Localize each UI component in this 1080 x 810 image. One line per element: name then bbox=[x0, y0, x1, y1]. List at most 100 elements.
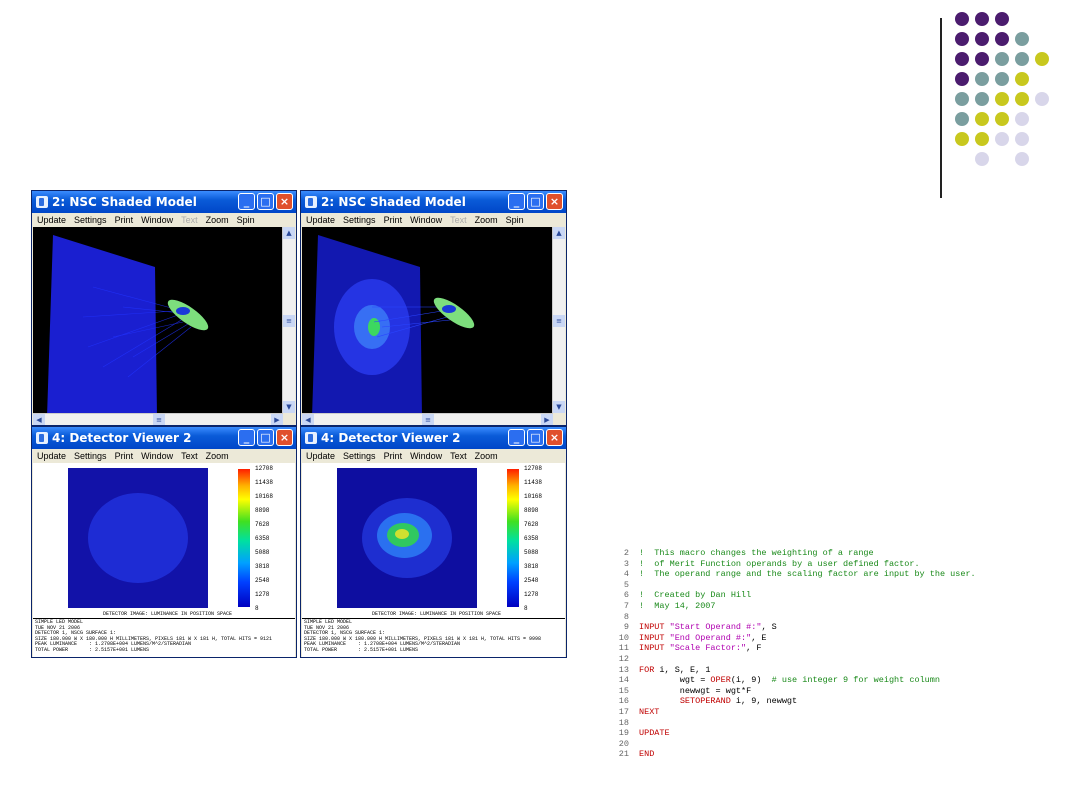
code-line: 3 ! of Merit Function operands by a user … bbox=[615, 559, 1055, 570]
menu-item-zoom[interactable]: Zoom bbox=[206, 449, 229, 463]
menu-item-update[interactable]: Update bbox=[37, 213, 66, 227]
scroll-down-icon[interactable]: ▼ bbox=[553, 401, 565, 413]
decorative-dot bbox=[975, 152, 989, 166]
color-scale-label: 3818 bbox=[255, 563, 270, 570]
menu-item-update[interactable]: Update bbox=[306, 213, 335, 227]
scroll-up-icon[interactable]: ▲ bbox=[553, 227, 565, 239]
menu-item-print[interactable]: Print bbox=[115, 213, 134, 227]
code-line: 14 wgt = OPER(i, 9) # use integer 9 for … bbox=[615, 675, 1055, 686]
maximize-icon[interactable]: □ bbox=[257, 193, 274, 210]
maximize-icon[interactable]: □ bbox=[527, 193, 544, 210]
color-scale-label: 1278 bbox=[524, 591, 539, 598]
menu-item-text[interactable]: Text bbox=[181, 449, 198, 463]
title-bar[interactable]: 2: NSC Shaded Model _ □ × bbox=[32, 191, 296, 213]
title-bar[interactable]: 2: NSC Shaded Model _ □ × bbox=[301, 191, 566, 213]
menu-item-spin[interactable]: Spin bbox=[506, 213, 524, 227]
menu-item-text[interactable]: Text bbox=[450, 449, 467, 463]
app-icon bbox=[305, 196, 317, 208]
horizontal-scrollbar[interactable]: ◀ ≡ ▶ bbox=[302, 413, 553, 425]
menu-item-print[interactable]: Print bbox=[384, 449, 403, 463]
menu-item-zoom[interactable]: Zoom bbox=[475, 213, 498, 227]
decorative-dot bbox=[975, 132, 989, 146]
minimize-icon[interactable]: _ bbox=[508, 193, 525, 210]
scroll-right-icon[interactable]: ▶ bbox=[541, 414, 553, 425]
line-number: 10 bbox=[618, 632, 629, 643]
decorative-dot bbox=[955, 112, 969, 126]
code-token: ! Created by Dan Hill bbox=[639, 590, 752, 601]
menu-item-settings[interactable]: Settings bbox=[343, 213, 376, 227]
code-line: 18 bbox=[615, 718, 1055, 729]
line-number: 13 bbox=[618, 664, 629, 675]
line-number: 20 bbox=[618, 738, 629, 749]
menu-item-zoom[interactable]: Zoom bbox=[206, 213, 229, 227]
menu-item-zoom[interactable]: Zoom bbox=[475, 449, 498, 463]
maximize-icon[interactable]: □ bbox=[257, 429, 274, 446]
menu-bar: Update Settings Print Window Text Zoom bbox=[301, 449, 566, 463]
code-line: 9 INPUT "Start Operand #:", S bbox=[615, 622, 1055, 633]
menu-item-window[interactable]: Window bbox=[410, 213, 442, 227]
shaded-model-window-2[interactable]: 2: NSC Shaded Model _ □ × Update Settings… bbox=[300, 190, 567, 426]
decorative-dot bbox=[955, 72, 969, 86]
scroll-left-icon[interactable]: ◀ bbox=[302, 414, 314, 425]
title-bar[interactable]: 4: Detector Viewer 2 _ □ × bbox=[301, 427, 566, 449]
vertical-scrollbar[interactable]: ▲ ≡ ▼ bbox=[282, 227, 295, 413]
color-scale-label: 11438 bbox=[255, 479, 274, 486]
close-icon[interactable]: × bbox=[546, 429, 563, 446]
menu-item-print[interactable]: Print bbox=[384, 213, 403, 227]
vertical-scrollbar[interactable]: ▲ ≡ ▼ bbox=[552, 227, 565, 413]
code-line: 5 bbox=[615, 580, 1055, 591]
menu-item-spin[interactable]: Spin bbox=[237, 213, 255, 227]
scroll-thumb[interactable]: ≡ bbox=[422, 414, 434, 425]
line-number: 17 bbox=[618, 706, 629, 717]
minimize-icon[interactable]: _ bbox=[508, 429, 525, 446]
menu-item-settings[interactable]: Settings bbox=[343, 449, 376, 463]
scroll-thumb[interactable]: ≡ bbox=[553, 315, 565, 327]
menu-item-window[interactable]: Window bbox=[410, 449, 442, 463]
horizontal-scrollbar[interactable]: ◀ ≡ ▶ bbox=[33, 413, 283, 425]
line-number: 6 bbox=[623, 590, 629, 601]
decorative-dot bbox=[955, 132, 969, 146]
scroll-right-icon[interactable]: ▶ bbox=[271, 414, 283, 425]
scroll-up-icon[interactable]: ▲ bbox=[283, 227, 295, 239]
decorative-dot bbox=[975, 72, 989, 86]
close-icon[interactable]: × bbox=[276, 193, 293, 210]
color-scale-label: 5088 bbox=[255, 549, 270, 556]
shaded-model-viewport[interactable] bbox=[302, 227, 553, 413]
detector-viewer-window-1[interactable]: 4: Detector Viewer 2 _ □ × Update Setting… bbox=[31, 426, 297, 658]
app-icon bbox=[36, 196, 48, 208]
color-scale-label: 3818 bbox=[524, 563, 539, 570]
menu-item-text[interactable]: Text bbox=[450, 213, 467, 227]
menu-item-settings[interactable]: Settings bbox=[74, 449, 107, 463]
menu-item-print[interactable]: Print bbox=[115, 449, 134, 463]
maximize-icon[interactable]: □ bbox=[527, 429, 544, 446]
scroll-thumb[interactable]: ≡ bbox=[283, 315, 295, 327]
color-scale-label: 2548 bbox=[524, 577, 539, 584]
shaded-model-window-1[interactable]: 2: NSC Shaded Model _ □ × Update Settings… bbox=[31, 190, 297, 426]
code-line: 15 newwgt = wgt*F bbox=[615, 686, 1055, 697]
code-token: newwgt = wgt*F bbox=[639, 685, 752, 696]
color-scale-label: 8 bbox=[524, 605, 528, 612]
scroll-down-icon[interactable]: ▼ bbox=[283, 401, 295, 413]
color-scale-label: 6358 bbox=[255, 535, 270, 542]
menu-item-window[interactable]: Window bbox=[141, 213, 173, 227]
menu-bar: Update Settings Print Window Text Zoom Spin bbox=[301, 213, 566, 227]
menu-item-update[interactable]: Update bbox=[306, 449, 335, 463]
minimize-icon[interactable]: _ bbox=[238, 429, 255, 446]
shaded-model-viewport[interactable] bbox=[33, 227, 283, 413]
code-line: 12 bbox=[615, 654, 1055, 665]
close-icon[interactable]: × bbox=[276, 429, 293, 446]
title-bar[interactable]: 4: Detector Viewer 2 _ □ × bbox=[32, 427, 296, 449]
code-token: "Start Operand #:" bbox=[669, 622, 762, 633]
minimize-icon[interactable]: _ bbox=[238, 193, 255, 210]
scroll-left-icon[interactable]: ◀ bbox=[33, 414, 45, 425]
scroll-thumb[interactable]: ≡ bbox=[153, 414, 165, 425]
menu-item-window[interactable]: Window bbox=[141, 449, 173, 463]
menu-item-text[interactable]: Text bbox=[181, 213, 198, 227]
menu-item-settings[interactable]: Settings bbox=[74, 213, 107, 227]
close-icon[interactable]: × bbox=[546, 193, 563, 210]
code-token: , S bbox=[761, 622, 777, 633]
detector-viewer-window-2[interactable]: 4: Detector Viewer 2 _ □ × Update Setting… bbox=[300, 426, 567, 658]
menu-item-update[interactable]: Update bbox=[37, 449, 66, 463]
decorative-dot bbox=[955, 32, 969, 46]
line-number: 5 bbox=[623, 579, 629, 590]
